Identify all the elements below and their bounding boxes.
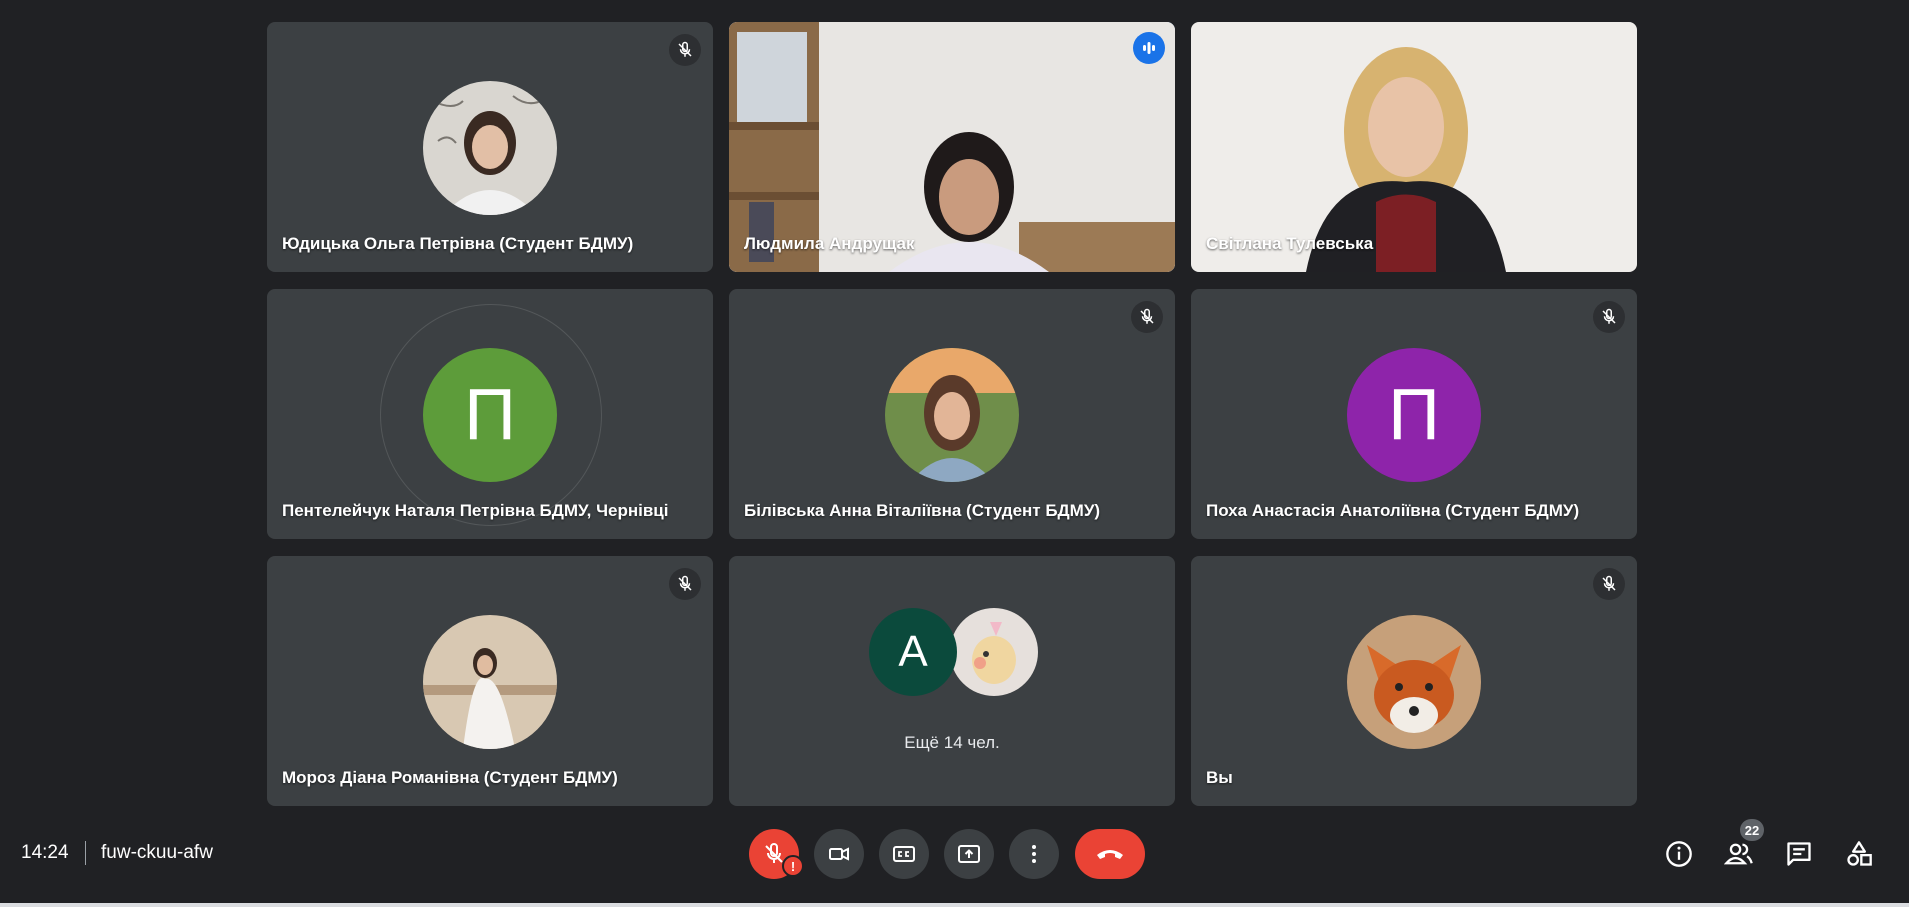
activities-button[interactable] bbox=[1839, 834, 1879, 874]
participant-initial-avatar: П bbox=[1347, 348, 1481, 482]
participant-name: Мороз Діана Романівна (Студент БДМУ) bbox=[282, 768, 618, 787]
participant-initial-avatar: П bbox=[423, 348, 557, 482]
participant-avatar bbox=[1347, 615, 1481, 749]
activities-icon bbox=[1847, 841, 1872, 866]
participant-avatar bbox=[950, 608, 1038, 696]
participant-name: Людмила Андрущак bbox=[744, 234, 915, 253]
more-vert-icon bbox=[1032, 845, 1036, 863]
participant-avatar bbox=[423, 615, 557, 749]
self-tile[interactable]: Вы bbox=[1191, 556, 1637, 806]
meeting-details-button[interactable] bbox=[1659, 834, 1699, 874]
more-participants-tile[interactable]: А Ещё 14 чел. bbox=[729, 556, 1175, 806]
participant-tile[interactable]: Юдицька Ольга Петрівна (Студент БДМУ) bbox=[267, 22, 713, 272]
participant-avatar bbox=[423, 81, 557, 215]
participant-tile[interactable]: Мороз Діана Романівна (Студент БДМУ) bbox=[267, 556, 713, 806]
participant-name: Вы bbox=[1206, 768, 1233, 787]
participant-tile[interactable]: Білівська Анна Віталіївна (Студент БДМУ) bbox=[729, 289, 1175, 539]
participant-name: Поха Анастасія Анатоліївна (Студент БДМУ… bbox=[1206, 501, 1580, 520]
camera-icon bbox=[829, 847, 849, 861]
more-options-button[interactable] bbox=[1009, 829, 1059, 879]
leave-call-button[interactable] bbox=[1075, 829, 1145, 879]
meeting-code: fuw-ckuu-afw bbox=[101, 842, 213, 863]
participant-initial-avatar: А bbox=[869, 608, 957, 696]
audio-level-icon bbox=[1133, 32, 1165, 64]
mic-alert-badge: ! bbox=[782, 855, 804, 877]
mic-off-icon bbox=[1593, 301, 1625, 333]
chat-button[interactable] bbox=[1779, 834, 1819, 874]
window-bottom-edge bbox=[0, 903, 1909, 907]
participant-avatar bbox=[885, 348, 1019, 482]
captions-icon bbox=[893, 846, 915, 862]
participant-name: Світлана Тулевська bbox=[1206, 234, 1374, 253]
participant-name: Юдицька Ольга Петрівна (Студент БДМУ) bbox=[282, 234, 634, 253]
mic-off-icon bbox=[1593, 568, 1625, 600]
people-icon bbox=[1724, 843, 1753, 865]
mic-off-icon bbox=[1131, 301, 1163, 333]
call-end-icon bbox=[1097, 850, 1123, 859]
participant-tile[interactable]: П Поха Анастасія Анатоліївна (Студент БД… bbox=[1191, 289, 1637, 539]
participant-tile[interactable]: Світлана Тулевська bbox=[1191, 22, 1637, 272]
participant-tile-speaking[interactable]: Людмила Андрущак bbox=[729, 22, 1175, 272]
mic-off-icon bbox=[669, 34, 701, 66]
camera-button[interactable] bbox=[814, 829, 864, 879]
chat-icon bbox=[1787, 842, 1811, 866]
divider bbox=[85, 841, 86, 865]
participant-tile[interactable]: П Пентелейчук Наталя Петрівна БДМУ, Черн… bbox=[267, 289, 713, 539]
clock: 14:24 bbox=[21, 842, 69, 863]
more-participants-label: Ещё 14 чел. bbox=[904, 733, 1000, 752]
participant-grid: Юдицька Ольга Петрівна (Студент БДМУ) Лю… bbox=[267, 22, 1637, 806]
present-icon bbox=[958, 845, 980, 863]
participant-name: Білівська Анна Віталіївна (Студент БДМУ) bbox=[744, 501, 1101, 520]
mic-off-icon bbox=[669, 568, 701, 600]
present-button[interactable] bbox=[944, 829, 994, 879]
info-icon bbox=[1666, 841, 1692, 867]
participant-name: Пентелейчук Наталя Петрівна БДМУ, Чернів… bbox=[282, 501, 669, 520]
captions-button[interactable] bbox=[879, 829, 929, 879]
people-count-badge: 22 bbox=[1740, 819, 1764, 841]
